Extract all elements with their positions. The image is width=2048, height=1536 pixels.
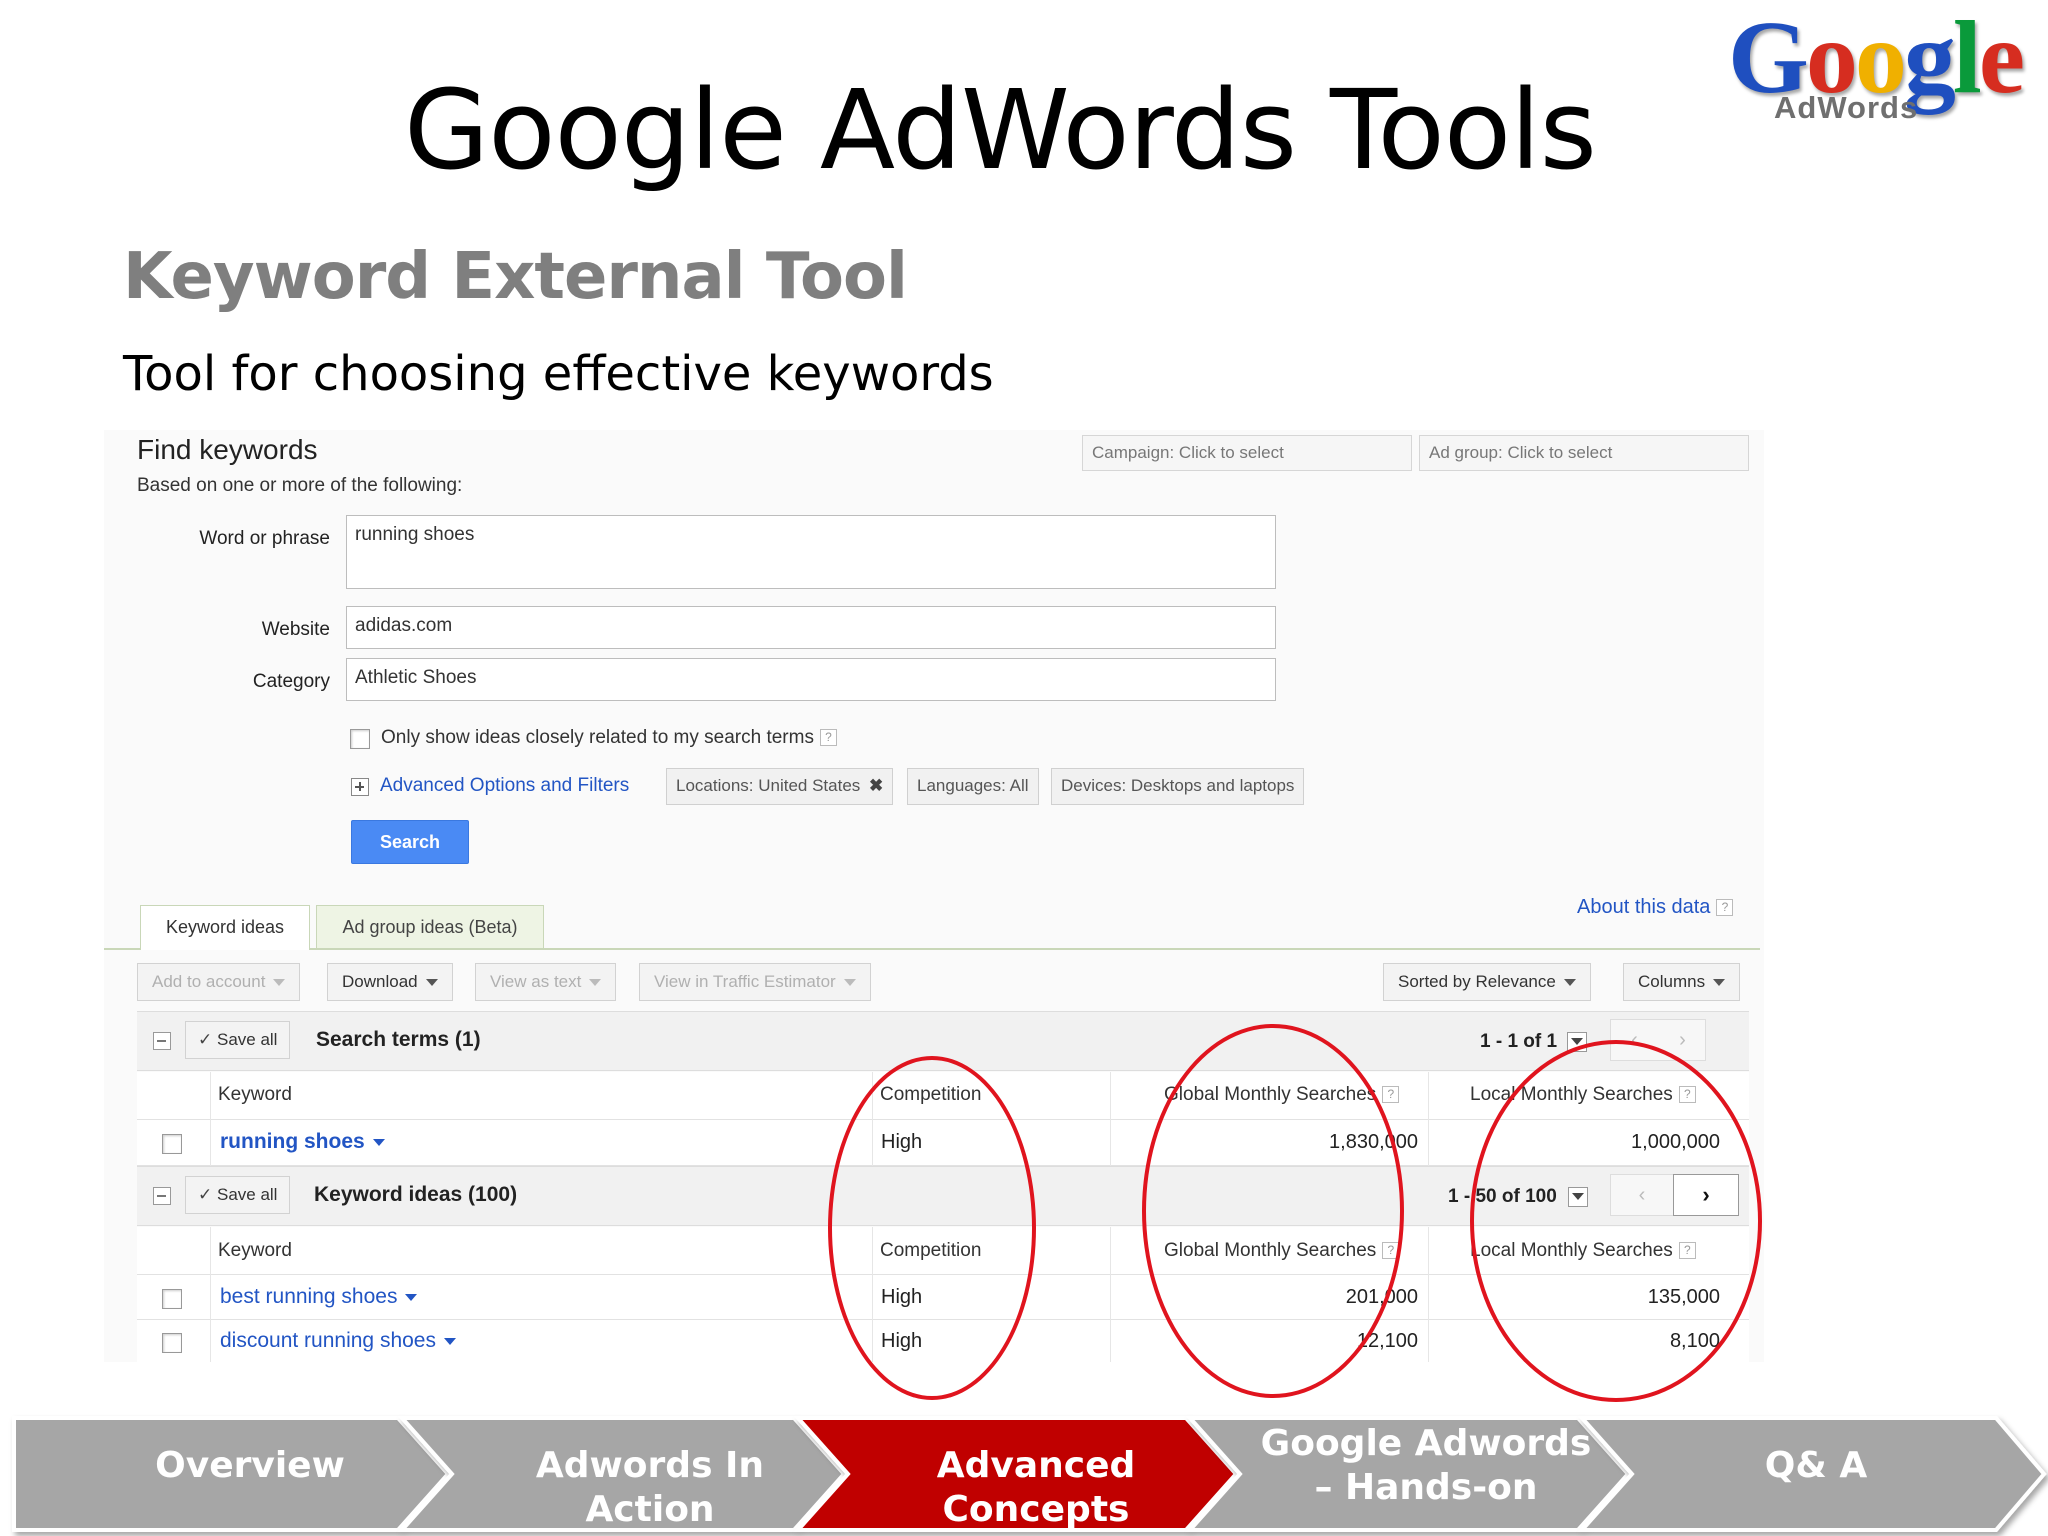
help-icon[interactable]: ?	[1382, 1086, 1400, 1104]
collapse-icon[interactable]	[153, 1032, 171, 1050]
global-searches-highlight-oval	[1142, 1024, 1404, 1398]
keyword-link[interactable]: discount running shoes	[220, 1329, 456, 1353]
columns-dropdown[interactable]: Columns	[1623, 963, 1741, 1001]
category-input[interactable]: Athletic Shoes	[346, 658, 1276, 701]
column-divider	[1428, 1227, 1429, 1362]
advanced-options-link[interactable]: Advanced Options and Filters	[380, 775, 629, 797]
search-button[interactable]: Search	[351, 820, 469, 864]
word-phrase-input[interactable]: running shoes	[346, 515, 1276, 589]
keyword-header: Keyword	[218, 1240, 292, 1261]
only-related-label: Only show ideas closely related to my se…	[381, 727, 837, 749]
check-icon: ✓	[198, 1185, 213, 1204]
add-to-account-button[interactable]: Add to account	[137, 963, 301, 1001]
column-divider	[1110, 1072, 1111, 1166]
keyword-header: Keyword	[218, 1084, 292, 1105]
row-checkbox[interactable]	[162, 1134, 182, 1154]
campaign-select[interactable]: Campaign: Click to select	[1082, 435, 1412, 471]
column-divider	[210, 1227, 211, 1362]
slide-subtitle: Keyword External Tool	[123, 240, 908, 314]
locations-chip[interactable]: Locations: United States ✖	[666, 768, 894, 805]
pager-text: 1 - 1 of 1	[1480, 1031, 1558, 1052]
devices-chip[interactable]: Devices: Desktops and laptops	[1051, 768, 1305, 805]
save-all-button[interactable]: ✓ Save all	[185, 1021, 291, 1059]
tab-adgroup-ideas[interactable]: Ad group ideas (Beta)	[316, 905, 544, 948]
nav-label: Google Adwords – Hands-on	[1260, 1423, 1592, 1508]
row-checkbox[interactable]	[162, 1333, 182, 1353]
help-icon[interactable]: ?	[1716, 899, 1734, 917]
nav-label: Advanced Concepts	[936, 1445, 1136, 1530]
download-button[interactable]: Download	[327, 963, 453, 1001]
website-label: Website	[261, 619, 330, 640]
find-keywords-subheading: Based on one or more of the following:	[137, 475, 463, 496]
nav-label: Adwords In Action	[535, 1445, 765, 1530]
only-related-checkbox[interactable]	[350, 729, 370, 749]
view-as-text-button[interactable]: View as text	[475, 963, 617, 1001]
check-icon: ✓	[198, 1030, 213, 1049]
keyword-link[interactable]: best running shoes	[220, 1285, 418, 1309]
competition-highlight-oval	[828, 1056, 1036, 1400]
keyword-link[interactable]: running shoes	[220, 1130, 385, 1154]
expand-plus-icon[interactable]	[351, 778, 369, 796]
slide-title: Google AdWords Tools	[404, 66, 1597, 194]
languages-chip[interactable]: Languages: All	[907, 768, 1039, 805]
remove-x-icon[interactable]: ✖	[869, 776, 883, 795]
category-label: Category	[252, 671, 330, 692]
column-divider	[1110, 1227, 1111, 1362]
view-traffic-estimator-button[interactable]: View in Traffic Estimator	[639, 963, 871, 1001]
word-phrase-label: Word or phrase	[199, 528, 330, 549]
slide: Google AdWords Google AdWords Tools Keyw…	[0, 0, 2048, 1536]
tab-keyword-ideas[interactable]: Keyword ideas	[140, 905, 310, 950]
nav-label: Q& A	[1764, 1445, 1868, 1486]
about-data-link[interactable]: About this data?	[1577, 896, 1734, 919]
collapse-icon[interactable]	[153, 1187, 171, 1205]
column-divider	[1428, 1072, 1429, 1166]
slide-tagline: Tool for choosing effective keywords	[123, 346, 994, 402]
local-searches-highlight-oval	[1470, 1040, 1762, 1402]
column-divider	[210, 1072, 211, 1166]
keyword-ideas-title: Keyword ideas (100)	[314, 1183, 518, 1206]
search-terms-title: Search terms (1)	[316, 1028, 481, 1051]
nav-label: Overview	[155, 1445, 345, 1486]
help-icon[interactable]: ?	[819, 729, 837, 747]
website-input[interactable]: adidas.com	[346, 606, 1276, 649]
sort-dropdown[interactable]: Sorted by Relevance	[1383, 963, 1591, 1001]
row-checkbox[interactable]	[162, 1289, 182, 1309]
adgroup-select[interactable]: Ad group: Click to select	[1419, 435, 1749, 471]
tab-divider	[104, 948, 1760, 950]
save-all-button[interactable]: ✓ Save all	[185, 1176, 291, 1214]
find-keywords-heading: Find keywords	[137, 434, 318, 465]
